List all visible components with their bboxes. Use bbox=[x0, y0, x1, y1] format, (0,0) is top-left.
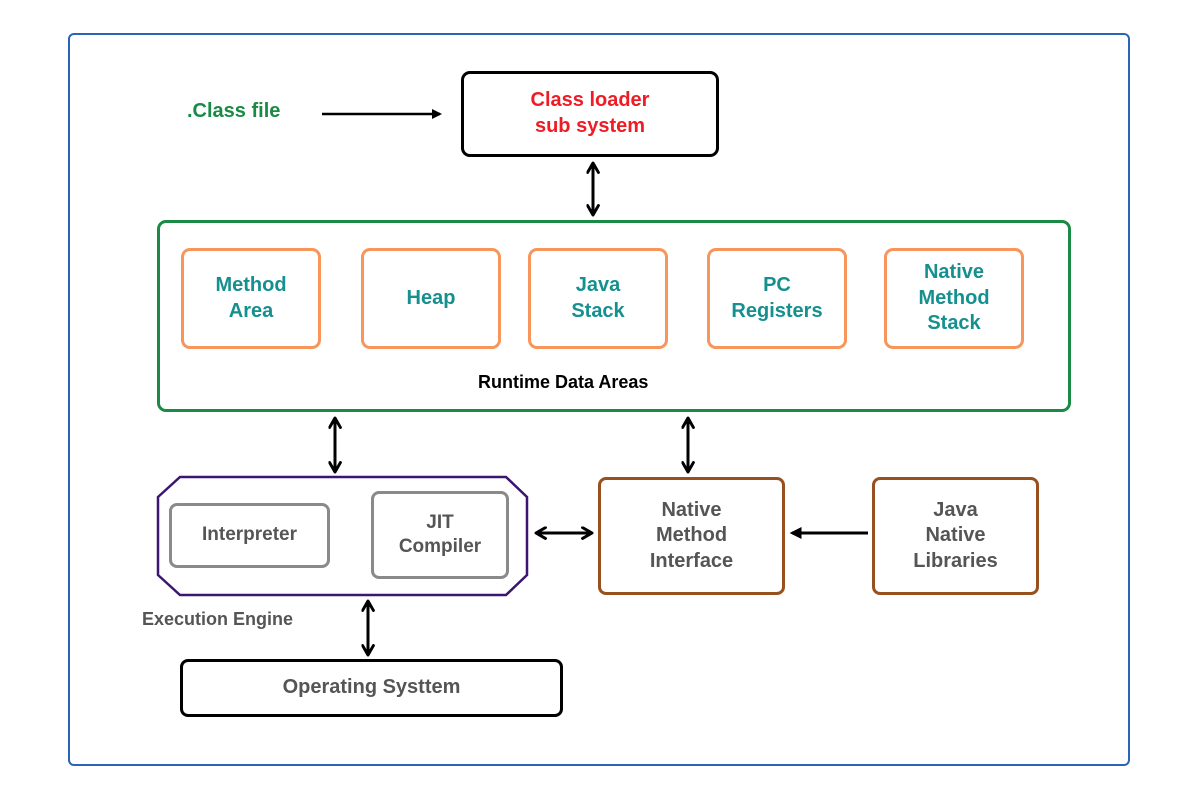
java-stack-box: Java Stack bbox=[528, 248, 668, 349]
class-loader-subsystem-box: Class loader sub system bbox=[461, 71, 719, 157]
interpreter-label: Interpreter bbox=[201, 524, 298, 546]
jit-compiler-box: JIT Compiler bbox=[371, 491, 509, 579]
interpreter-box: Interpreter bbox=[169, 503, 330, 568]
operating-system-box: Operating Systtem bbox=[180, 659, 563, 717]
java-stack-line2: Stack bbox=[571, 299, 625, 322]
jnl-line2: Native bbox=[925, 524, 986, 547]
jnl-line3: Libraries bbox=[913, 549, 998, 572]
class-loader-line2: sub system bbox=[534, 115, 646, 137]
java-stack-line1: Java bbox=[575, 273, 621, 296]
jnl-line1: Java bbox=[933, 498, 978, 521]
nmi-line2: Method bbox=[655, 524, 728, 547]
pc-registers-line2: Registers bbox=[731, 299, 823, 322]
nmi-line3: Interface bbox=[649, 549, 734, 572]
native-method-stack-box: Native Method Stack bbox=[884, 248, 1024, 349]
operating-system-label: Operating Systtem bbox=[282, 676, 461, 699]
method-area-line1: Method bbox=[215, 273, 287, 296]
heap-box: Heap bbox=[361, 248, 501, 349]
java-native-libraries-box: Java Native Libraries bbox=[872, 477, 1039, 595]
heap-label: Heap bbox=[406, 286, 456, 309]
pc-registers-line1: PC bbox=[763, 273, 791, 296]
jit-line2: Compiler bbox=[398, 536, 482, 557]
method-area-line2: Area bbox=[228, 299, 274, 322]
nmi-line1: Native bbox=[661, 498, 722, 521]
class-loader-line1: Class loader bbox=[530, 89, 650, 112]
native-method-interface-box: Native Method Interface bbox=[598, 477, 785, 595]
class-file-label: .Class file bbox=[187, 100, 281, 122]
execution-engine-title: Execution Engine bbox=[142, 609, 294, 629]
native-method-stack-line3: Stack bbox=[927, 312, 981, 335]
native-method-stack-line1: Native bbox=[923, 261, 985, 284]
method-area-box: Method Area bbox=[181, 248, 321, 349]
jit-line1: JIT bbox=[426, 511, 454, 533]
native-method-stack-line2: Method bbox=[918, 286, 990, 309]
pc-registers-box: PC Registers bbox=[707, 248, 847, 349]
runtime-data-areas-title: Runtime Data Areas bbox=[478, 372, 649, 392]
